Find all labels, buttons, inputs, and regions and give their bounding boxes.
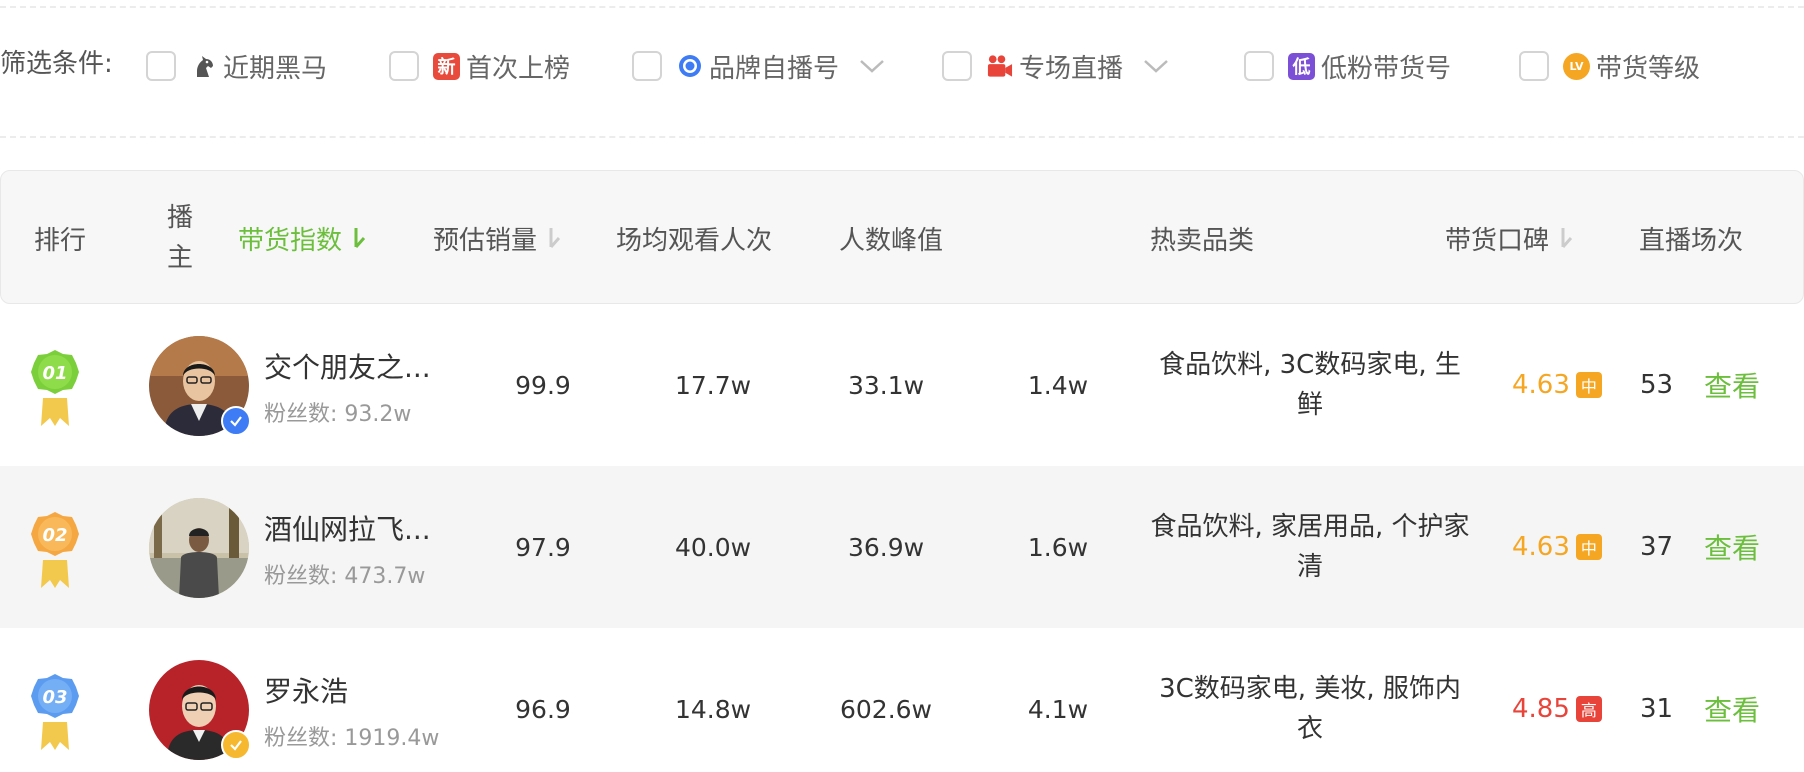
sales-index-value: 99.9 bbox=[515, 370, 571, 400]
host-name[interactable]: 酒仙网拉飞... bbox=[264, 508, 431, 548]
level-badge-icon: LV bbox=[1563, 52, 1590, 80]
verified-check-icon bbox=[221, 406, 251, 436]
header-rank: 排行 bbox=[34, 225, 87, 256]
avatar[interactable] bbox=[149, 336, 251, 436]
filter-level[interactable]: LV 带货等级 bbox=[1519, 46, 1700, 86]
avg-views-value: 33.1w bbox=[847, 370, 925, 400]
rating-value: 4.63 bbox=[1512, 370, 1570, 400]
rating: 4.63 中 bbox=[1512, 466, 1602, 628]
sort-desc-icon[interactable] bbox=[350, 223, 368, 253]
header-est-sales[interactable]: 预估销量 bbox=[433, 171, 563, 305]
rank-number: 02 bbox=[42, 525, 67, 546]
filter-dark-horse[interactable]: 近期黑马 bbox=[146, 46, 327, 86]
dark-horse-checkbox[interactable] bbox=[146, 51, 176, 81]
sales-index-value: 97.9 bbox=[515, 532, 571, 562]
est-sales-value: 17.7w bbox=[674, 370, 752, 400]
header-avg-views: 场均观看人次 bbox=[616, 225, 773, 256]
hot-categories: 3C数码家电, 美妆, 服饰内衣 bbox=[1159, 674, 1461, 744]
avg-views-value: 602.6w bbox=[839, 694, 933, 724]
header-reputation-label: 带货口碑 bbox=[1445, 225, 1550, 256]
peak-value: 1.4w bbox=[1027, 370, 1089, 400]
rating: 4.63 中 bbox=[1512, 304, 1602, 466]
est-sales-value: 40.0w bbox=[674, 532, 752, 562]
first-time-label: 首次上榜 bbox=[466, 53, 571, 84]
low-fans-label: 低粉带货号 bbox=[1321, 53, 1452, 84]
low-fans-checkbox[interactable] bbox=[1244, 51, 1274, 81]
rating-value: 4.85 bbox=[1512, 694, 1570, 724]
host-fans: 粉丝数: 473.7w bbox=[264, 564, 426, 589]
verified-check-icon bbox=[221, 730, 251, 760]
filter-first-time[interactable]: 新 首次上榜 bbox=[389, 46, 570, 86]
view-link[interactable]: 查看 bbox=[1704, 304, 1760, 466]
low-badge-icon: 低 bbox=[1288, 52, 1315, 80]
header-est-sales-label: 预估销量 bbox=[433, 225, 538, 256]
host-fans: 粉丝数: 93.2w bbox=[264, 402, 412, 427]
peak-value: 1.6w bbox=[1027, 532, 1089, 562]
view-link[interactable]: 查看 bbox=[1704, 628, 1760, 772]
header-sessions: 直播场次 bbox=[1639, 225, 1744, 256]
rank-number: 01 bbox=[42, 363, 67, 384]
avatar-image bbox=[149, 498, 249, 598]
sales-index-value: 96.9 bbox=[515, 694, 571, 724]
header-host: 播 主 bbox=[167, 171, 193, 305]
filter-brand-self[interactable]: 品牌自播号 bbox=[632, 46, 885, 86]
header-sales-index[interactable]: 带货指数 bbox=[238, 171, 368, 305]
brand-self-label: 品牌自播号 bbox=[709, 53, 840, 84]
header-host-line2: 主 bbox=[167, 243, 194, 273]
chevron-down-icon[interactable] bbox=[859, 53, 885, 79]
filter-label: 筛选条件: bbox=[0, 49, 113, 79]
avatar[interactable] bbox=[149, 498, 249, 598]
live-host-ranking-page: 筛选条件: 近期黑马 新 首次上榜 品牌自播号 专场直播 低 低粉带货号 LV … bbox=[0, 0, 1804, 772]
view-link[interactable]: 查看 bbox=[1704, 466, 1760, 628]
new-badge-icon: 新 bbox=[433, 52, 460, 80]
header-sales-index-label: 带货指数 bbox=[238, 225, 343, 256]
camera-icon bbox=[986, 53, 1013, 80]
special-live-label: 专场直播 bbox=[1019, 53, 1124, 84]
chevron-down-icon[interactable] bbox=[1143, 53, 1169, 79]
host-name[interactable]: 罗永浩 bbox=[264, 670, 348, 710]
table-header: 排行 播 主 带货指数 预估销量 场均观看人次 人数峰值 热卖品类 带货口碑 直… bbox=[0, 170, 1804, 304]
header-peak: 人数峰值 bbox=[839, 225, 944, 256]
avatar[interactable] bbox=[149, 660, 251, 760]
rating-level-badge: 中 bbox=[1575, 372, 1602, 398]
rating-value: 4.63 bbox=[1512, 532, 1570, 562]
rank-number: 03 bbox=[42, 687, 67, 708]
first-time-checkbox[interactable] bbox=[389, 51, 419, 81]
table-row[interactable]: 01 交个朋友之... 粉丝数: 93.2w 99.9 17.7w 33.1w … bbox=[0, 304, 1804, 466]
filter-low-fans[interactable]: 低 低粉带货号 bbox=[1244, 46, 1451, 86]
table-row[interactable]: 03 罗永浩 粉丝数: 1919.4w 96.9 14.8w 602.6w 4.… bbox=[0, 628, 1804, 772]
level-label: 带货等级 bbox=[1596, 53, 1701, 84]
divider-top bbox=[0, 6, 1804, 8]
hot-categories: 食品饮料, 家居用品, 个护家清 bbox=[1150, 512, 1470, 582]
hot-categories: 食品饮料, 3C数码家电, 生鲜 bbox=[1159, 350, 1461, 420]
peak-value: 4.1w bbox=[1027, 694, 1089, 724]
sort-icon[interactable] bbox=[545, 223, 563, 253]
level-checkbox[interactable] bbox=[1519, 51, 1549, 81]
avg-views-value: 36.9w bbox=[847, 532, 925, 562]
divider-filter bbox=[0, 136, 1804, 138]
special-live-checkbox[interactable] bbox=[942, 51, 972, 81]
rating-level-badge: 高 bbox=[1575, 696, 1602, 722]
rating: 4.85 高 bbox=[1512, 628, 1602, 772]
brand-self-checkbox[interactable] bbox=[632, 51, 662, 81]
brand-medal-icon bbox=[676, 53, 703, 80]
table-row[interactable]: 02 酒仙网拉飞... 粉丝数: 473.7w 97.9 40.0w 36.9w… bbox=[0, 466, 1804, 628]
sessions-value: 31 bbox=[1640, 694, 1674, 724]
header-reputation[interactable]: 带货口碑 bbox=[1445, 171, 1575, 305]
sort-icon[interactable] bbox=[1557, 223, 1575, 253]
rank-medal-icon: 03 bbox=[31, 674, 79, 750]
header-host-line1: 播 bbox=[167, 203, 194, 233]
est-sales-value: 14.8w bbox=[674, 694, 752, 724]
host-name[interactable]: 交个朋友之... bbox=[264, 346, 431, 386]
dark-horse-label: 近期黑马 bbox=[223, 53, 328, 84]
rank-medal-icon: 02 bbox=[31, 512, 79, 588]
filter-special-live[interactable]: 专场直播 bbox=[942, 46, 1169, 86]
sessions-value: 53 bbox=[1640, 370, 1674, 400]
host-fans: 粉丝数: 1919.4w bbox=[264, 726, 440, 751]
sessions-value: 37 bbox=[1640, 532, 1674, 562]
rank-medal-icon: 01 bbox=[31, 350, 79, 426]
header-hot-categories: 热卖品类 bbox=[1150, 225, 1255, 256]
rating-level-badge: 中 bbox=[1575, 534, 1602, 560]
horse-icon bbox=[190, 53, 217, 80]
